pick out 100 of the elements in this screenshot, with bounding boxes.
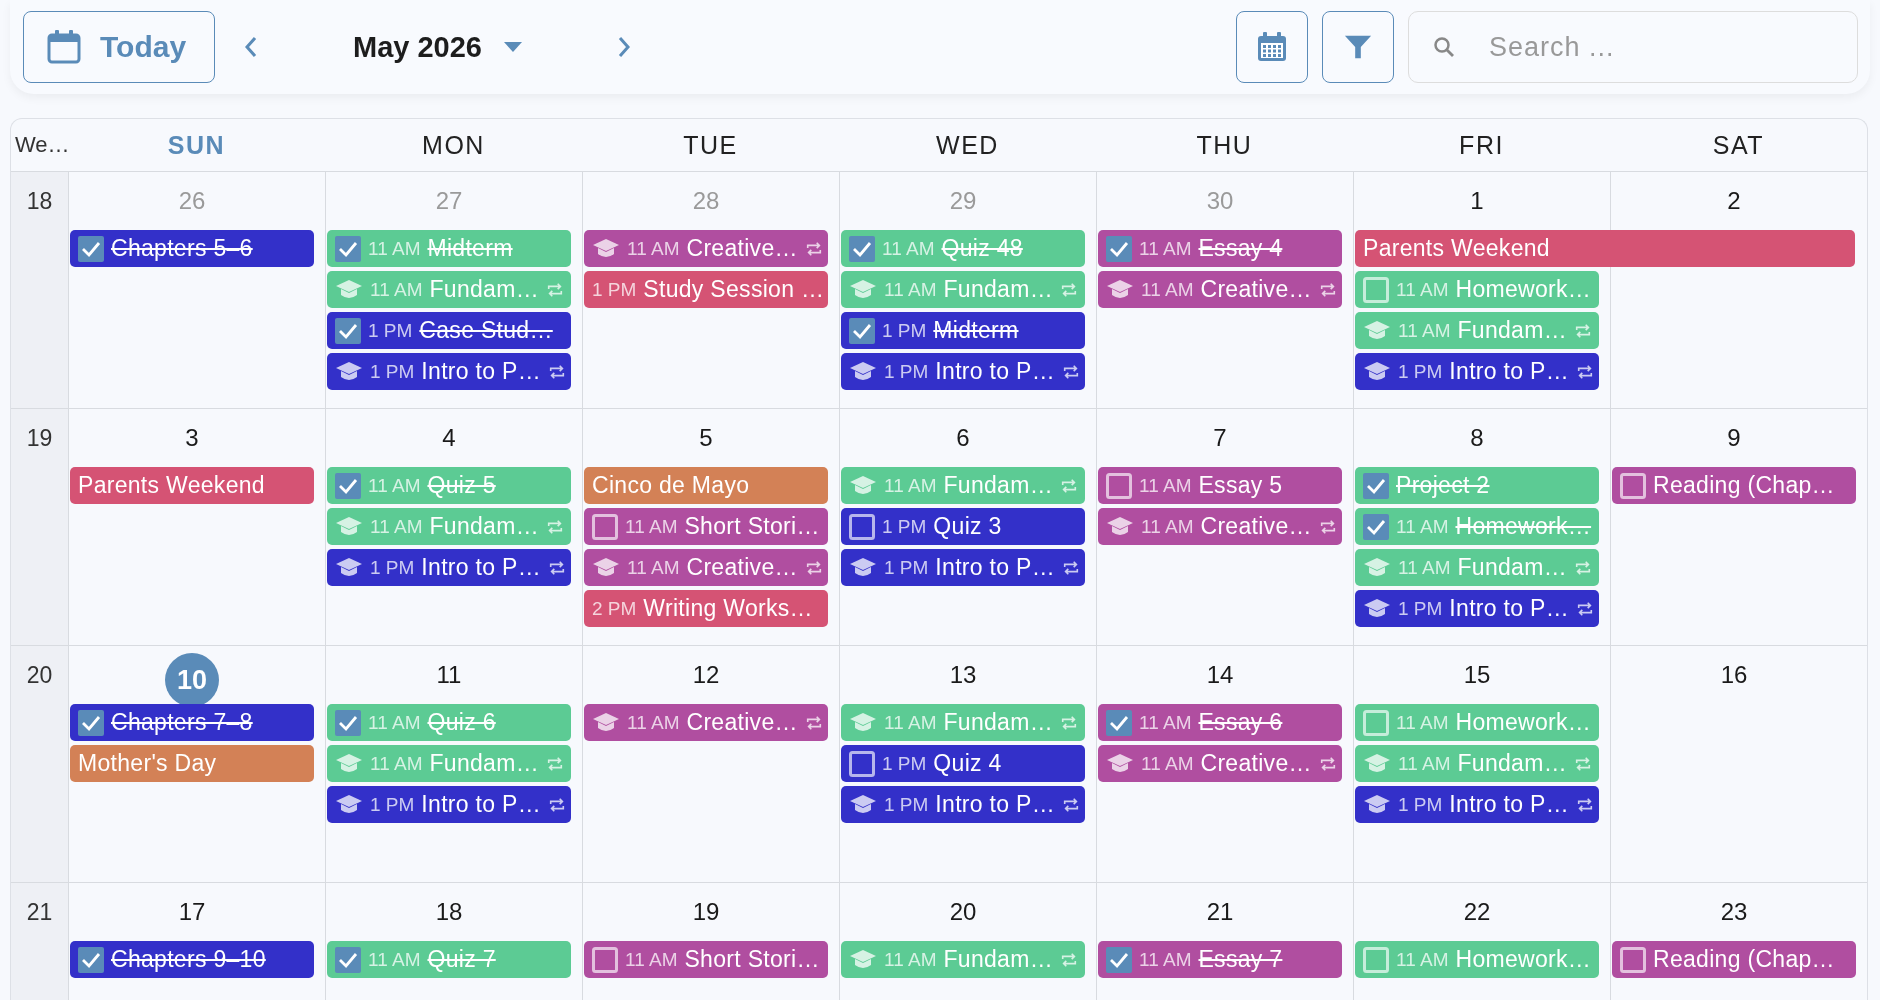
checkbox[interactable] bbox=[335, 709, 361, 736]
month-picker[interactable]: May 2026 bbox=[347, 29, 528, 65]
day-number[interactable]: 15 bbox=[1463, 661, 1491, 689]
calendar-event[interactable]: 1 PM Intro to P… bbox=[841, 549, 1085, 586]
calendar-event[interactable]: 1 PM Intro to P… bbox=[327, 353, 571, 390]
checkbox[interactable] bbox=[78, 946, 104, 973]
day-number[interactable]: 22 bbox=[1463, 898, 1491, 926]
day-number[interactable]: 18 bbox=[435, 898, 463, 926]
day-number[interactable]: 8 bbox=[1470, 424, 1484, 452]
calendar-event[interactable]: 11 AM Short Stori… bbox=[584, 508, 828, 545]
calendar-event[interactable]: 1 PM Intro to P… bbox=[1355, 353, 1599, 390]
day-number[interactable]: 3 bbox=[185, 424, 199, 452]
day-number[interactable]: 6 bbox=[956, 424, 970, 452]
today-button[interactable]: Today bbox=[23, 11, 215, 83]
calendar-event[interactable]: 11 AM Creative… bbox=[1098, 508, 1342, 545]
checkbox[interactable] bbox=[335, 472, 361, 499]
day-number[interactable]: 9 bbox=[1727, 424, 1741, 452]
day-number[interactable]: 11 bbox=[436, 661, 462, 689]
calendar-event[interactable]: 1 PM Intro to P… bbox=[841, 353, 1085, 390]
search-field[interactable]: Search ... bbox=[1408, 11, 1858, 83]
calendar-event[interactable]: Reading (Chap… bbox=[1612, 941, 1856, 978]
calendar-event[interactable]: 2 PM Writing Works… bbox=[584, 590, 828, 627]
calendar-event[interactable]: 1 PM Case Stud… bbox=[327, 312, 571, 349]
event-time: 1 PM bbox=[882, 515, 927, 538]
checkbox[interactable] bbox=[335, 317, 361, 344]
day-number[interactable]: 14 bbox=[1206, 661, 1234, 689]
calendar-event[interactable]: 11 AM Essay 7 bbox=[1098, 941, 1342, 978]
day-number[interactable]: 30 bbox=[1206, 187, 1234, 215]
calendar-view-button[interactable] bbox=[1236, 11, 1308, 83]
calendar-event[interactable]: 11 AM Creative… bbox=[584, 230, 828, 267]
day-number[interactable]: 26 bbox=[178, 187, 206, 215]
calendar-event[interactable]: Parents Weekend bbox=[1355, 230, 1855, 267]
calendar-event[interactable]: 11 AM Creative… bbox=[584, 704, 828, 741]
checkbox[interactable] bbox=[1106, 235, 1132, 262]
checkbox[interactable] bbox=[1363, 276, 1389, 303]
today-date[interactable]: 10 bbox=[165, 653, 219, 707]
checkbox[interactable] bbox=[1363, 513, 1389, 540]
event-title: Reading (Chap… bbox=[1653, 946, 1836, 973]
day-number[interactable]: 16 bbox=[1720, 661, 1748, 689]
day-number[interactable]: 17 bbox=[178, 898, 206, 926]
calendar-event[interactable]: 11 AM Short Stori… bbox=[584, 941, 828, 978]
day-number[interactable]: 21 bbox=[1206, 898, 1234, 926]
checkbox[interactable] bbox=[849, 317, 875, 344]
day-number[interactable]: 23 bbox=[1720, 898, 1748, 926]
checkbox[interactable] bbox=[1106, 709, 1132, 736]
graduation-cap-icon bbox=[1106, 278, 1134, 301]
day-number[interactable]: 13 bbox=[949, 661, 977, 689]
checkbox[interactable] bbox=[592, 946, 618, 973]
calendar-event[interactable]: 1 PM Midterm bbox=[841, 312, 1085, 349]
checkbox[interactable] bbox=[78, 709, 104, 736]
calendar-event[interactable]: 1 PM Intro to P… bbox=[327, 549, 571, 586]
day-number[interactable]: 1 bbox=[1470, 187, 1484, 215]
day-number[interactable]: 27 bbox=[435, 187, 463, 215]
checkbox[interactable] bbox=[335, 235, 361, 262]
checkbox[interactable] bbox=[1620, 946, 1646, 973]
day-number[interactable]: 7 bbox=[1213, 424, 1227, 452]
calendar-event[interactable]: 11 AM Creative… bbox=[1098, 271, 1342, 308]
graduation-cap-icon bbox=[1363, 319, 1391, 342]
filter-button[interactable] bbox=[1322, 11, 1394, 83]
calendar-event[interactable]: 11 AM Essay 6 bbox=[1098, 704, 1342, 741]
event-title: Parents Weekend bbox=[1363, 235, 1551, 262]
day-number[interactable]: 19 bbox=[692, 898, 720, 926]
checkbox[interactable] bbox=[849, 235, 875, 262]
calendar-event[interactable]: Parents Weekend bbox=[70, 467, 314, 504]
calendar-event[interactable]: Chapters 7–8 bbox=[70, 704, 314, 741]
day-number[interactable]: 20 bbox=[949, 898, 977, 926]
day-number[interactable]: 29 bbox=[949, 187, 977, 215]
checkbox[interactable] bbox=[592, 513, 618, 540]
calendar-event[interactable]: Mother's Day bbox=[70, 745, 314, 782]
calendar-event[interactable]: Cinco de Mayo bbox=[584, 467, 828, 504]
calendar-event[interactable]: 1 PM Study Session … bbox=[584, 271, 828, 308]
calendar-event[interactable]: 1 PM Quiz 4 bbox=[841, 745, 1085, 782]
day-number[interactable]: 28 bbox=[692, 187, 720, 215]
calendar-event[interactable]: 1 PM Intro to P… bbox=[1355, 786, 1599, 823]
calendar-event[interactable]: Reading (Chap… bbox=[1612, 467, 1856, 504]
checkbox[interactable] bbox=[1363, 709, 1389, 736]
day-number[interactable]: 5 bbox=[699, 424, 713, 452]
day-number[interactable]: 4 bbox=[442, 424, 456, 452]
day-number[interactable]: 12 bbox=[692, 661, 720, 689]
event-title: Fundam… bbox=[943, 276, 1053, 303]
calendar-event[interactable]: 11 AM Essay 5 bbox=[1098, 467, 1342, 504]
checkbox[interactable] bbox=[335, 946, 361, 973]
checkbox[interactable] bbox=[1620, 472, 1646, 499]
calendar-event[interactable]: 11 AM Creative… bbox=[584, 549, 828, 586]
calendar-event[interactable]: Chapters 5–6 bbox=[70, 230, 314, 267]
calendar-event[interactable]: 11 AM Creative… bbox=[1098, 745, 1342, 782]
checkbox[interactable] bbox=[1363, 946, 1389, 973]
calendar-event[interactable]: 1 PM Intro to P… bbox=[327, 786, 571, 823]
calendar-event[interactable]: Chapters 9–10 bbox=[70, 941, 314, 978]
calendar-event[interactable]: 1 PM Intro to P… bbox=[1355, 590, 1599, 627]
checkbox[interactable] bbox=[1363, 472, 1389, 499]
checkbox[interactable] bbox=[78, 235, 104, 262]
calendar-event[interactable]: 1 PM Quiz 3 bbox=[841, 508, 1085, 545]
calendar-event[interactable]: 11 AM Essay 4 bbox=[1098, 230, 1342, 267]
checkbox[interactable] bbox=[849, 513, 875, 540]
checkbox[interactable] bbox=[849, 750, 875, 777]
checkbox[interactable] bbox=[1106, 946, 1132, 973]
day-number[interactable]: 2 bbox=[1727, 187, 1741, 215]
calendar-event[interactable]: 1 PM Intro to P… bbox=[841, 786, 1085, 823]
checkbox[interactable] bbox=[1106, 472, 1132, 499]
